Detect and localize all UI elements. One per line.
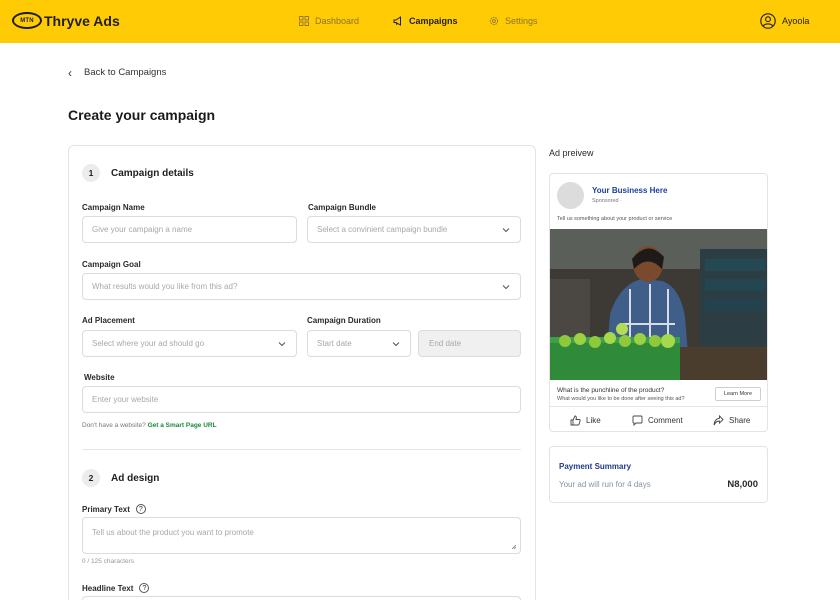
campaign-goal-label: Campaign Goal <box>82 260 141 269</box>
chevron-down-icon <box>502 228 510 233</box>
mtn-logo-mark: MTN <box>12 12 42 29</box>
website-label: Website <box>84 373 115 382</box>
character-counter: 0 / 125 characters <box>82 558 135 565</box>
campaign-name-label: Campaign Name <box>82 203 145 212</box>
primary-text-textarea[interactable]: Tell us about the product you want to pr… <box>82 517 521 554</box>
comment-icon <box>632 415 643 426</box>
headline-text-label: Headline Text ? <box>82 583 150 593</box>
campaign-name-input[interactable]: Give your campaign a name <box>82 216 297 243</box>
nav-campaigns[interactable]: Campaigns <box>393 16 458 26</box>
chevron-left-icon: ‹ <box>68 65 72 80</box>
comment-button[interactable]: Comment <box>632 415 683 426</box>
ad-actions-bar: Like Comment Share <box>550 406 767 431</box>
end-date-field: End date <box>418 330 521 357</box>
website-input[interactable]: Enter your website <box>82 386 521 413</box>
ad-image <box>550 229 767 380</box>
comment-label: Comment <box>648 416 683 425</box>
campaign-bundle-select[interactable]: Select a convinient campaign bundle <box>307 216 521 243</box>
section-campaign-details-header: 1 Campaign details <box>82 164 194 182</box>
nav-dashboard[interactable]: Dashboard <box>299 16 359 26</box>
user-circle-icon <box>760 13 776 29</box>
help-icon[interactable]: ? <box>139 583 150 593</box>
page-title: Create your campaign <box>68 107 216 123</box>
campaign-bundle-placeholder: Select a convinient campaign bundle <box>317 225 448 234</box>
like-label: Like <box>586 416 601 425</box>
gear-icon <box>489 16 499 26</box>
ad-subline: What would you like to be done after see… <box>557 396 685 402</box>
business-avatar <box>557 182 584 209</box>
sponsored-text: Sponsored · <box>592 198 622 204</box>
learn-more-button[interactable]: Learn More <box>715 387 761 401</box>
step-number: 1 <box>82 164 100 182</box>
payment-summary-card: Payment Summary Your ad will run for 4 d… <box>549 446 768 503</box>
campaign-goal-select[interactable]: What results would you like from this ad… <box>82 273 521 300</box>
primary-text-placeholder: Tell us about the product you want to pr… <box>92 528 254 537</box>
share-label: Share <box>729 416 751 425</box>
chevron-down-icon <box>392 342 400 347</box>
website-placeholder: Enter your website <box>92 395 159 404</box>
payment-amount: N8,000 <box>727 479 758 490</box>
chevron-down-icon <box>278 342 286 347</box>
end-date-placeholder: End date <box>429 339 462 348</box>
logo[interactable]: MTN Thryve Ads <box>12 12 120 29</box>
nav-campaigns-label: Campaigns <box>409 16 458 26</box>
campaign-name-placeholder: Give your campaign a name <box>92 225 193 234</box>
megaphone-icon <box>393 16 401 26</box>
section-title: Ad design <box>111 472 160 484</box>
primary-text-label: Primary Text ? <box>82 504 146 514</box>
nav-dashboard-label: Dashboard <box>315 16 360 26</box>
user-name: Ayoola <box>782 16 810 26</box>
grid-icon <box>299 16 309 26</box>
brand-name: Thryve Ads <box>44 12 120 29</box>
payment-summary-title: Payment Summary <box>559 462 632 471</box>
payment-duration-text: Your ad will run for 4 days <box>559 480 651 489</box>
top-nav-bar: MTN Thryve Ads Dashboard Campaigns Setti… <box>0 0 840 43</box>
business-name: Your Business Here <box>592 186 668 195</box>
smart-page-link[interactable]: Get a Smart Page URL <box>148 422 217 429</box>
ad-preview-label: Ad preivew <box>549 148 594 158</box>
section-ad-design-header: 2 Ad design <box>82 469 159 487</box>
section-title: Campaign details <box>111 167 194 179</box>
campaign-bundle-label: Campaign Bundle <box>308 203 377 212</box>
share-icon <box>713 415 724 426</box>
user-menu[interactable]: Ayoola <box>760 13 809 29</box>
ad-placement-label: Ad Placement <box>82 316 135 325</box>
section-divider <box>82 449 521 450</box>
resize-handle-icon[interactable] <box>511 544 517 550</box>
like-button[interactable]: Like <box>570 415 601 426</box>
ad-placement-select[interactable]: Select where your ad should go <box>82 330 297 357</box>
nav-settings-label: Settings <box>505 16 538 26</box>
headline-text-input[interactable] <box>82 596 521 600</box>
share-button[interactable]: Share <box>713 415 750 426</box>
sponsored-label: Sponsored <box>592 198 619 204</box>
globe-icon: · <box>620 198 622 204</box>
nav-settings[interactable]: Settings <box>489 16 538 26</box>
ad-headline: What is the punchline of the product? <box>557 387 665 394</box>
back-link[interactable]: ‹ Back to Campaigns <box>68 65 167 80</box>
thumbs-up-icon <box>570 415 581 426</box>
start-date-placeholder: Start date <box>317 339 352 348</box>
ad-preview-card: Your Business Here Sponsored · Tell us s… <box>549 173 768 432</box>
ad-placement-placeholder: Select where your ad should go <box>92 339 205 348</box>
no-website-text: Don't have a website? <box>82 422 146 429</box>
step-number: 2 <box>82 469 100 487</box>
back-link-label: Back to Campaigns <box>84 67 167 78</box>
headline-text-label-text: Headline Text <box>82 583 134 593</box>
ad-caption: Tell us something about your product or … <box>557 216 673 222</box>
campaign-goal-placeholder: What results would you like from this ad… <box>92 282 238 291</box>
primary-text-label-text: Primary Text <box>82 504 130 514</box>
help-icon[interactable]: ? <box>135 504 146 514</box>
campaign-duration-label: Campaign Duration <box>307 316 381 325</box>
chevron-down-icon <box>502 285 510 290</box>
smart-page-note: Don't have a website? Get a Smart Page U… <box>82 422 217 429</box>
start-date-select[interactable]: Start date <box>307 330 411 357</box>
